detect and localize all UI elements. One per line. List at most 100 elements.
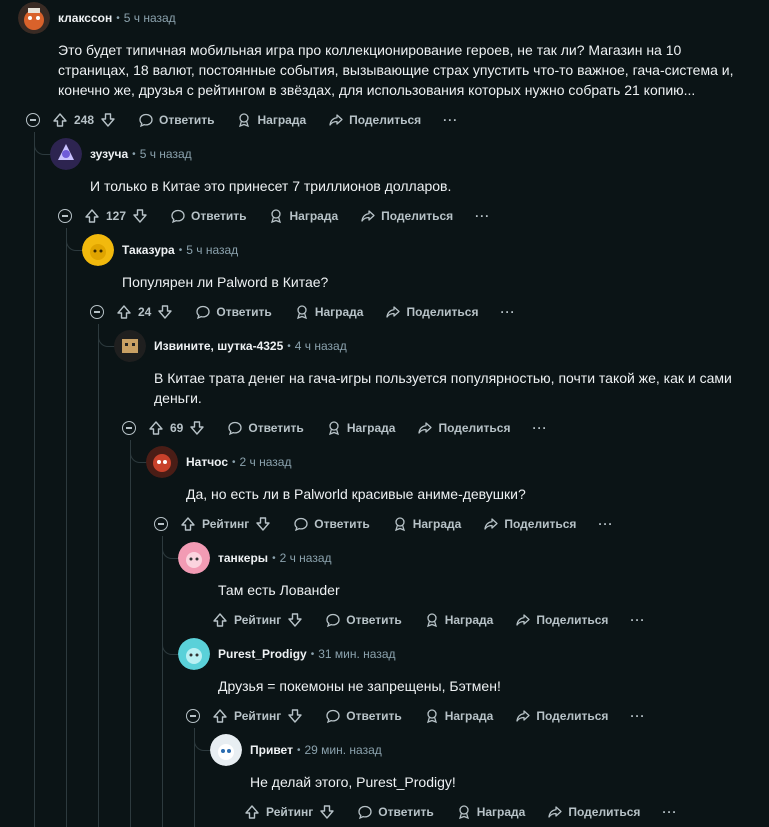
reply-icon — [326, 709, 340, 724]
comment-header: Натчос • 2 ч назад — [146, 446, 291, 478]
reply-button[interactable]: Ответить — [170, 208, 246, 224]
collapse-button[interactable] — [122, 421, 136, 435]
award-icon — [239, 113, 250, 128]
reply-icon — [326, 613, 340, 628]
reply-button[interactable]: Ответить — [195, 304, 272, 320]
award-button[interactable]: Награда — [392, 516, 461, 532]
author-name[interactable]: Извините, шутка-4325 — [154, 339, 283, 353]
collapse-button[interactable] — [58, 209, 72, 223]
comment-header: Привет • 29 мин. назад — [210, 734, 382, 766]
more-options-button[interactable]: ··· — [475, 209, 490, 223]
comment-actions: 24 Ответить Награда Поделиться ··· — [90, 298, 515, 326]
upvote-icon[interactable] — [212, 708, 228, 724]
share-button[interactable]: Поделиться — [417, 420, 510, 436]
reply-button[interactable]: Ответить — [293, 516, 370, 532]
timestamp[interactable]: 5 ч назад — [140, 147, 192, 161]
award-button[interactable]: Награда — [326, 420, 395, 436]
more-options-button[interactable]: ··· — [500, 305, 515, 319]
author-name[interactable]: Таказура — [122, 243, 175, 257]
share-button[interactable]: Поделиться — [385, 304, 478, 320]
avatar[interactable] — [178, 542, 210, 574]
reply-button[interactable]: Ответить — [138, 112, 214, 128]
downvote-icon[interactable] — [189, 420, 205, 436]
more-options-button[interactable]: ··· — [598, 517, 613, 531]
separator-dot: • — [287, 340, 291, 352]
collapse-button[interactable] — [26, 113, 40, 127]
upvote-icon[interactable] — [84, 208, 100, 224]
score: Рейтинг — [266, 805, 314, 819]
avatar[interactable] — [18, 2, 50, 34]
more-options-button[interactable]: ··· — [630, 613, 645, 627]
avatar[interactable] — [146, 446, 178, 478]
reply-button[interactable]: Ответить — [357, 804, 434, 820]
reply-icon — [294, 517, 308, 532]
downvote-icon[interactable] — [319, 804, 335, 820]
downvote-icon[interactable] — [157, 304, 173, 320]
more-options-button[interactable]: ··· — [662, 805, 677, 819]
comment-actions: Рейтинг Ответить Награда Поделиться ··· — [186, 702, 645, 730]
avatar[interactable] — [82, 234, 114, 266]
upvote-icon[interactable] — [52, 112, 68, 128]
share-icon — [516, 614, 531, 626]
share-button[interactable]: Поделиться — [328, 112, 421, 128]
author-name[interactable]: Purest_Prodigy — [218, 647, 307, 661]
timestamp[interactable]: 2 ч назад — [240, 455, 292, 469]
comment-actions: Рейтинг Ответить Награда Поделиться ··· — [212, 606, 645, 634]
avatar[interactable] — [178, 638, 210, 670]
author-name[interactable]: Натчос — [186, 455, 228, 469]
timestamp[interactable]: 31 мин. назад — [318, 647, 395, 661]
avatar[interactable] — [114, 330, 146, 362]
downvote-icon[interactable] — [100, 112, 116, 128]
share-button[interactable]: Поделиться — [547, 804, 640, 820]
comment-header: Извините, шутка-4325 • 4 ч назад — [114, 330, 347, 362]
comment-header: танкеры • 2 ч назад — [178, 542, 332, 574]
timestamp[interactable]: 5 ч назад — [186, 243, 238, 257]
award-button[interactable]: Награда — [424, 612, 493, 628]
share-button[interactable]: Поделиться — [483, 516, 576, 532]
author-name[interactable]: танкеры — [218, 551, 268, 565]
upvote-icon[interactable] — [148, 420, 164, 436]
reply-icon — [196, 305, 211, 320]
comment-body: И только в Китае это принесет 7 триллион… — [90, 178, 452, 194]
upvote-icon[interactable] — [116, 304, 132, 320]
share-button[interactable]: Поделиться — [360, 208, 453, 224]
award-button[interactable]: Награда — [424, 708, 493, 724]
avatar[interactable] — [50, 138, 82, 170]
award-button[interactable]: Награда — [456, 804, 525, 820]
share-button[interactable]: Поделиться — [515, 612, 608, 628]
share-button[interactable]: Поделиться — [515, 708, 608, 724]
more-options-button[interactable]: ··· — [443, 113, 458, 127]
downvote-icon[interactable] — [287, 612, 303, 628]
timestamp[interactable]: 4 ч назад — [295, 339, 347, 353]
avatar[interactable] — [210, 734, 242, 766]
score: 248 — [74, 113, 95, 127]
downvote-icon[interactable] — [132, 208, 148, 224]
collapse-button[interactable] — [154, 517, 168, 531]
collapse-button[interactable] — [90, 305, 104, 319]
author-name[interactable]: клакссон — [58, 11, 112, 25]
upvote-icon[interactable] — [244, 804, 260, 820]
vote-group: Рейтинг — [244, 804, 335, 820]
comment-header: Purest_Prodigy • 31 мин. назад — [178, 638, 396, 670]
timestamp[interactable]: 5 ч назад — [124, 11, 176, 25]
separator-dot: • — [272, 552, 276, 564]
upvote-icon[interactable] — [212, 612, 228, 628]
collapse-button[interactable] — [186, 709, 200, 723]
award-button[interactable]: Награда — [268, 208, 338, 224]
more-options-button[interactable]: ··· — [532, 421, 547, 435]
reply-button[interactable]: Ответить — [325, 708, 402, 724]
reply-button[interactable]: Ответить — [325, 612, 402, 628]
award-button[interactable]: Награда — [294, 304, 363, 320]
author-name[interactable]: зузуча — [90, 147, 128, 161]
timestamp[interactable]: 29 мин. назад — [304, 743, 381, 757]
upvote-icon[interactable] — [180, 516, 196, 532]
reply-button[interactable]: Ответить — [227, 420, 304, 436]
more-options-button[interactable]: ··· — [630, 709, 645, 723]
downvote-icon[interactable] — [255, 516, 271, 532]
comment-body: В Китае трата денег на гача-игры пользуе… — [154, 370, 732, 406]
timestamp[interactable]: 2 ч назад — [280, 551, 332, 565]
vote-group: Рейтинг — [180, 516, 271, 532]
downvote-icon[interactable] — [287, 708, 303, 724]
author-name[interactable]: Привет — [250, 743, 293, 757]
award-button[interactable]: Награда — [236, 112, 306, 128]
